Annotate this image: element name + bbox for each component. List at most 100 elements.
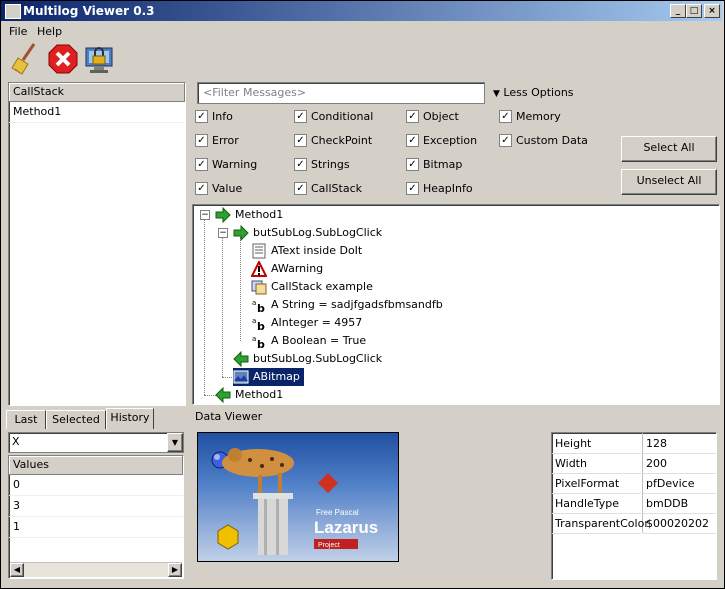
values-row[interactable]: 1 bbox=[9, 517, 183, 538]
prop-value[interactable]: bmDDB bbox=[643, 494, 716, 514]
prop-key: PixelFormat bbox=[552, 474, 641, 494]
checkbox-object[interactable]: ✓ bbox=[406, 110, 419, 123]
tree-node[interactable]: CallStack example bbox=[251, 278, 373, 296]
tree-node[interactable]: butSubLog.SubLogClick bbox=[233, 224, 382, 242]
minimize-button[interactable]: _ bbox=[670, 4, 686, 18]
close-button[interactable]: × bbox=[704, 4, 720, 18]
less-options-toggle[interactable]: ▼ Less Options bbox=[493, 86, 574, 99]
values-row[interactable]: 3 bbox=[9, 496, 183, 517]
svg-text:b: b bbox=[257, 320, 265, 331]
label-value: Value bbox=[212, 182, 243, 195]
less-options-label: Less Options bbox=[503, 86, 574, 99]
prop-value[interactable]: pfDevice bbox=[643, 474, 716, 494]
collapse-toggle[interactable]: − bbox=[200, 210, 210, 220]
tab-history[interactable]: History bbox=[106, 408, 154, 429]
message-tree: − Method1 − butSubLog.SubLogClick AText … bbox=[192, 204, 720, 405]
values-row[interactable]: 0 bbox=[9, 475, 183, 496]
window-title: Multilog Viewer 0.3 bbox=[23, 4, 155, 18]
bitmap-preview: Free Pascal Lazarus Project bbox=[197, 432, 399, 562]
chevron-down-icon: ▼ bbox=[493, 89, 500, 99]
values-header[interactable]: Values bbox=[9, 456, 183, 475]
label-info: Info bbox=[212, 110, 233, 123]
scroll-right-icon[interactable]: ▶ bbox=[168, 563, 182, 577]
label-heapinfo: HeapInfo bbox=[423, 182, 473, 195]
tree-node-selected[interactable]: ABitmap bbox=[233, 368, 304, 386]
scroll-left-icon[interactable]: ◀ bbox=[10, 563, 24, 577]
checkbox-callstack[interactable]: ✓ bbox=[294, 182, 307, 195]
checkbox-heapinfo[interactable]: ✓ bbox=[406, 182, 419, 195]
checkbox-strings[interactable]: ✓ bbox=[294, 158, 307, 171]
checkbox-memory[interactable]: ✓ bbox=[499, 110, 512, 123]
checkbox-conditional[interactable]: ✓ bbox=[294, 110, 307, 123]
checkbox-checkpoint[interactable]: ✓ bbox=[294, 134, 307, 147]
tree-node[interactable]: butSubLog.SubLogClick bbox=[233, 350, 382, 368]
history-combo[interactable]: X ▼ bbox=[8, 432, 184, 453]
tree-node[interactable]: AText inside DoIt bbox=[251, 242, 362, 260]
label-warning: Warning bbox=[212, 158, 258, 171]
arrow-right-icon bbox=[233, 225, 249, 241]
tree-node[interactable]: abA Boolean = True bbox=[251, 332, 366, 350]
menu-file[interactable]: File bbox=[9, 25, 27, 38]
prop-value[interactable]: 128 bbox=[643, 434, 716, 454]
tab-last[interactable]: Last bbox=[6, 410, 46, 429]
svg-text:a: a bbox=[252, 317, 256, 325]
tree-node[interactable]: Method1 bbox=[215, 386, 283, 404]
label-conditional: Conditional bbox=[311, 110, 374, 123]
prop-key: Height bbox=[552, 434, 641, 454]
checkbox-exception[interactable]: ✓ bbox=[406, 134, 419, 147]
arrow-right-icon bbox=[215, 207, 231, 223]
callstack-icon bbox=[251, 280, 267, 295]
value-ab-icon: ab bbox=[252, 299, 265, 313]
callstack-item[interactable]: Method1 bbox=[9, 102, 185, 123]
label-error: Error bbox=[212, 134, 239, 147]
broom-icon[interactable] bbox=[10, 42, 42, 76]
title-bar: Multilog Viewer 0.3 _ □ × bbox=[1, 1, 722, 21]
checkbox-warning[interactable]: ✓ bbox=[195, 158, 208, 171]
select-all-button[interactable]: Select All bbox=[621, 136, 717, 162]
unselect-all-button[interactable]: Unselect All bbox=[621, 169, 717, 195]
callstack-panel: CallStack Method1 bbox=[8, 82, 186, 406]
label-bitmap: Bitmap bbox=[423, 158, 463, 171]
chevron-down-icon[interactable]: ▼ bbox=[167, 433, 183, 452]
app-icon bbox=[5, 4, 21, 19]
svg-text:b: b bbox=[257, 338, 265, 349]
tree-line bbox=[240, 237, 241, 341]
checkbox-value[interactable]: ✓ bbox=[195, 182, 208, 195]
monitor-lock-icon[interactable] bbox=[84, 42, 116, 76]
maximize-button[interactable]: □ bbox=[686, 4, 702, 18]
prop-value[interactable]: 200 bbox=[643, 454, 716, 474]
callstack-header[interactable]: CallStack bbox=[9, 83, 185, 102]
image-caption-3: Project bbox=[318, 542, 340, 549]
horizontal-scrollbar[interactable]: ◀ ▶ bbox=[10, 562, 182, 577]
checkbox-info[interactable]: ✓ bbox=[195, 110, 208, 123]
stop-x-icon[interactable] bbox=[47, 42, 79, 76]
prop-key: HandleType bbox=[552, 494, 641, 514]
tree-node[interactable]: Method1 bbox=[215, 206, 283, 224]
arrow-left-icon bbox=[233, 351, 249, 367]
tree-node[interactable]: a b AInteger = 4957 bbox=[251, 314, 362, 332]
image-caption-1: Free Pascal bbox=[316, 508, 359, 517]
svg-text:a: a bbox=[252, 335, 256, 343]
tree-node[interactable]: abA String = sadjfgadsfbmsandfb bbox=[251, 296, 443, 314]
tab-selected[interactable]: Selected bbox=[46, 410, 106, 429]
label-checkpoint: CheckPoint bbox=[311, 134, 373, 147]
menu-help[interactable]: Help bbox=[37, 25, 62, 38]
history-combo-value: X bbox=[12, 435, 20, 448]
lazarus-image: Free Pascal Lazarus Project bbox=[211, 448, 378, 555]
checkbox-error[interactable]: ✓ bbox=[195, 134, 208, 147]
checkbox-bitmap[interactable]: ✓ bbox=[406, 158, 419, 171]
warning-icon bbox=[251, 261, 267, 277]
collapse-toggle[interactable]: − bbox=[218, 228, 228, 238]
prop-value[interactable]: $00020202 bbox=[643, 514, 716, 534]
values-list: Values 0 3 1 ◀ ▶ bbox=[8, 455, 184, 579]
tree-node[interactable]: AWarning bbox=[251, 260, 323, 278]
value-ab-icon: ab bbox=[252, 317, 265, 331]
data-viewer-title: Data Viewer bbox=[195, 410, 263, 423]
checkbox-customdata[interactable]: ✓ bbox=[499, 134, 512, 147]
tree-line bbox=[222, 237, 223, 377]
value-ab-icon: ab bbox=[252, 335, 265, 349]
filter-input[interactable]: <Filter Messages> bbox=[197, 82, 485, 104]
image-caption-2: Lazarus bbox=[314, 518, 378, 537]
properties-grid: Height 128 Width 200 PixelFormat pfDevic… bbox=[551, 432, 717, 580]
label-object: Object bbox=[423, 110, 459, 123]
